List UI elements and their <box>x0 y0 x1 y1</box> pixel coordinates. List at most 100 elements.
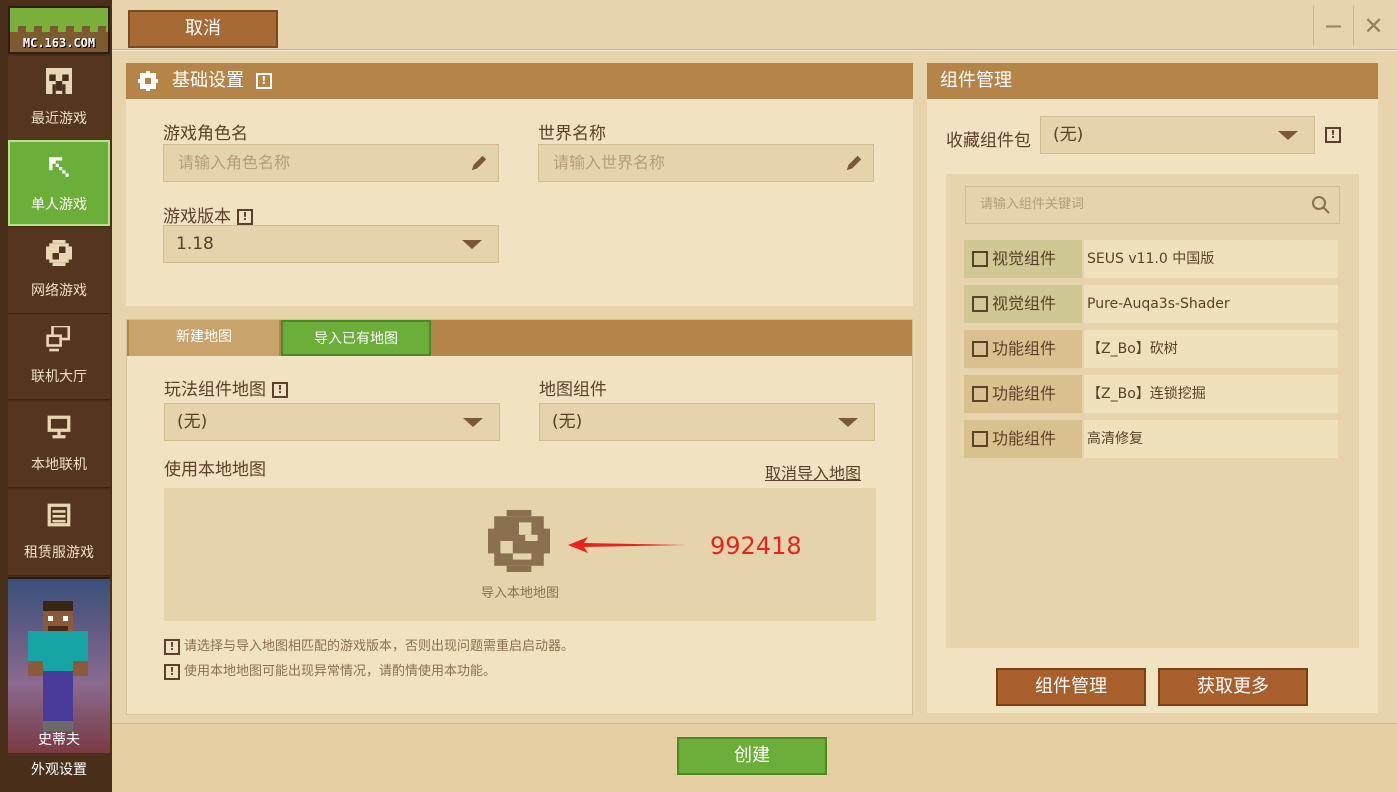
component-type-label: 视觉组件 <box>992 294 1057 313</box>
steve-avatar-icon <box>28 601 88 731</box>
favorite-pack-select[interactable]: (无) <box>1040 116 1315 154</box>
world-name-label: 世界名称 <box>538 124 606 144</box>
component-list-box: 请输入组件关键词 视觉组件 SEUS v11.0 中国版 视觉组件 Pure-Auqa… <box>946 174 1359 648</box>
checkbox-icon[interactable] <box>972 296 988 312</box>
sidebar-item-label: 本地联机 <box>31 457 87 473</box>
close-icon[interactable]: ✕ <box>1353 6 1393 46</box>
game-version-label: 游戏版本! <box>163 202 253 227</box>
world-name-input[interactable]: 请输入世界名称 <box>538 144 874 182</box>
game-version-value: 1.18 <box>176 234 214 254</box>
warning-icon: ! <box>164 638 180 655</box>
logo: MC.163.COM <box>8 6 110 54</box>
tab-import-map[interactable]: 导入已有地图 <box>281 320 431 356</box>
component-name: Pure-Auqa3s-Shader <box>1084 285 1338 323</box>
gameplay-map-select[interactable]: (无) <box>164 403 500 441</box>
component-row[interactable]: 视觉组件 SEUS v11.0 中国版 <box>964 240 1338 278</box>
sidebar: MC.163.COM 最近游戏 单人游戏 网络游戏 联机大厅 本地联机 租赁服游… <box>0 0 112 792</box>
component-type-checkbox[interactable]: 视觉组件 <box>964 285 1082 323</box>
chevron-down-icon <box>463 418 483 427</box>
component-search-input[interactable]: 请输入组件关键词 <box>965 186 1340 224</box>
tip-version-match: ! 请选择与导入地图相匹配的游戏版本，否则出现问题需重启启动器。 <box>164 635 574 655</box>
checkbox-icon[interactable] <box>972 386 988 402</box>
world-name-placeholder: 请输入世界名称 <box>553 153 666 172</box>
component-type-label: 功能组件 <box>992 339 1057 358</box>
chevron-down-icon <box>1278 131 1298 140</box>
component-type-label: 功能组件 <box>992 429 1057 448</box>
logo-text: MC.163.COM <box>22 36 96 50</box>
component-panel-title: 组件管理 <box>940 70 1012 91</box>
info-icon[interactable]: ! <box>255 73 272 89</box>
component-type-checkbox[interactable]: 功能组件 <box>964 330 1082 368</box>
pickaxe-icon <box>46 154 72 180</box>
use-local-map-label: 使用本地地图 <box>164 460 266 480</box>
component-type-checkbox[interactable]: 功能组件 <box>964 420 1082 458</box>
annotation-number: 992418 <box>710 532 802 560</box>
component-manage-button[interactable]: 组件管理 <box>996 668 1146 706</box>
map-component-select[interactable]: (无) <box>539 403 875 441</box>
avatar[interactable]: 史蒂夫 <box>8 577 110 753</box>
role-name-label: 游戏角色名 <box>163 124 248 144</box>
component-panel-header: 组件管理 <box>927 63 1378 99</box>
info-icon[interactable]: ! <box>272 382 288 398</box>
component-row[interactable]: 视觉组件 Pure-Auqa3s-Shader <box>964 285 1338 323</box>
pencil-icon <box>471 155 487 171</box>
info-icon[interactable]: ! <box>1325 127 1341 143</box>
gameplay-map-label: 玩法组件地图! <box>164 375 288 400</box>
import-drop-area[interactable]: 导入本地地图 992418 <box>164 488 876 621</box>
component-name: 高清修复 <box>1084 420 1338 458</box>
component-type-checkbox[interactable]: 视觉组件 <box>964 240 1082 278</box>
network-icon <box>46 324 72 352</box>
cancel-button[interactable]: 取消 <box>128 10 278 48</box>
game-version-label-text: 游戏版本 <box>163 207 231 227</box>
component-row[interactable]: 功能组件 【Z_Bo】砍树 <box>964 330 1338 368</box>
basic-settings-panel: 基础设置 ! 游戏角色名 请输入角色名称 世界名称 请输入世界名称 游戏版本! … <box>126 63 913 306</box>
globe-icon <box>46 240 72 266</box>
basic-settings-header: 基础设置 ! <box>126 63 913 99</box>
sidebar-item-label: 单人游戏 <box>31 197 87 213</box>
sidebar-item-label: 联机大厅 <box>31 369 87 385</box>
role-name-input[interactable]: 请输入角色名称 <box>163 144 499 182</box>
minimize-icon[interactable]: − <box>1313 6 1353 46</box>
info-icon[interactable]: ! <box>237 209 253 225</box>
game-version-select[interactable]: 1.18 <box>163 225 499 263</box>
checkbox-icon[interactable] <box>972 341 988 357</box>
map-component-value: (无) <box>552 412 583 432</box>
gear-icon <box>138 71 158 91</box>
sidebar-item-online-games[interactable]: 网络游戏 <box>8 228 110 314</box>
tab-new-map[interactable]: 新建地图 <box>129 320 279 356</box>
map-panel: 新建地图 导入已有地图 玩法组件地图! (无) 地图组件 (无) 使用本地地图 … <box>126 319 913 715</box>
component-row[interactable]: 功能组件 【Z_Bo】连锁挖掘 <box>964 375 1338 413</box>
sidebar-item-single-player[interactable]: 单人游戏 <box>8 140 110 226</box>
component-name: SEUS v11.0 中国版 <box>1084 240 1338 278</box>
basic-settings-title: 基础设置 <box>172 70 244 91</box>
chevron-down-icon <box>462 240 482 249</box>
gameplay-map-label-text: 玩法组件地图 <box>164 380 266 400</box>
sidebar-item-rental-server[interactable]: 租赁服游戏 <box>8 490 110 576</box>
component-type-checkbox[interactable]: 功能组件 <box>964 375 1082 413</box>
sidebar-item-lobby[interactable]: 联机大厅 <box>8 314 110 400</box>
chevron-down-icon <box>838 418 858 427</box>
map-component-label: 地图组件 <box>539 380 607 400</box>
appearance-settings-button[interactable]: 外观设置 <box>8 753 110 789</box>
checkbox-icon[interactable] <box>972 251 988 267</box>
tip-local-map: ! 使用本地地图可能出现异常情况，请酌情使用本功能。 <box>164 660 496 680</box>
cancel-import-link[interactable]: 取消导入地图 <box>765 460 861 484</box>
search-icon <box>1312 196 1330 214</box>
component-row[interactable]: 功能组件 高清修复 <box>964 420 1338 458</box>
sidebar-item-label: 网络游戏 <box>31 283 87 299</box>
favorite-pack-label: 收藏组件包 <box>946 131 1031 151</box>
gameplay-map-value: (无) <box>177 412 208 432</box>
component-panel: 组件管理 收藏组件包 (无) ! 请输入组件关键词 视觉组件 SEUS v11.0… <box>927 63 1378 713</box>
get-more-button[interactable]: 获取更多 <box>1158 668 1308 706</box>
create-button[interactable]: 创建 <box>677 737 827 775</box>
sidebar-item-local-lan[interactable]: 本地联机 <box>8 402 110 488</box>
checkbox-icon[interactable] <box>972 431 988 447</box>
component-search-placeholder: 请输入组件关键词 <box>980 197 1085 212</box>
warning-icon: ! <box>164 663 180 680</box>
top-bar: 取消 − ✕ <box>112 0 1397 50</box>
tip-local-map-text: 使用本地地图可能出现异常情况，请酌情使用本功能。 <box>184 664 497 679</box>
sidebar-item-recent-games[interactable]: 最近游戏 <box>8 56 110 142</box>
component-name: 【Z_Bo】砍树 <box>1084 330 1338 368</box>
tip-version-match-text: 请选择与导入地图相匹配的游戏版本，否则出现问题需重启启动器。 <box>184 639 575 654</box>
sidebar-item-label: 最近游戏 <box>31 111 87 127</box>
